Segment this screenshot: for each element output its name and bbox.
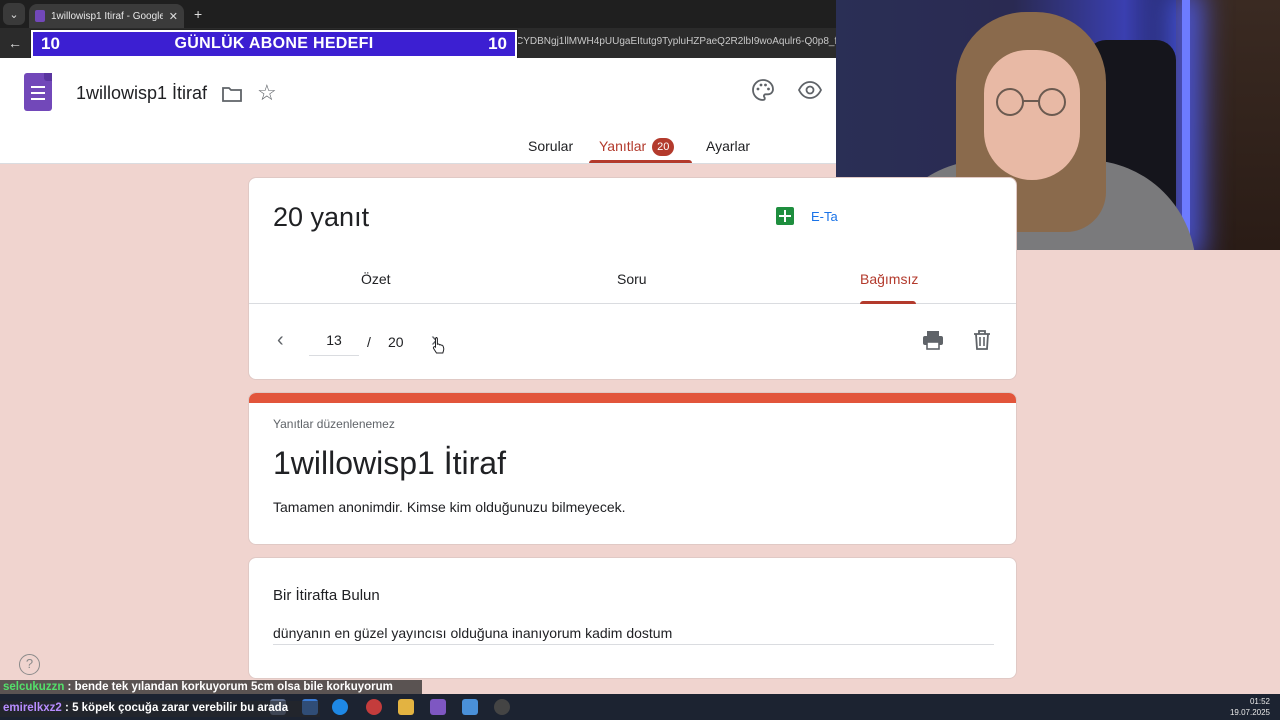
form-accent-bar bbox=[249, 393, 1016, 403]
subtab-question[interactable]: Soru bbox=[617, 271, 647, 287]
url-text[interactable]: CYDBNgj1llMWH4pUUgaEItutg9TypluHZPaeQ2R2… bbox=[516, 36, 836, 47]
tab-questions[interactable]: Sorular bbox=[528, 138, 573, 154]
delete-trash-icon[interactable] bbox=[972, 329, 992, 351]
tab-settings[interactable]: Ayarlar bbox=[706, 138, 750, 154]
edge-icon[interactable] bbox=[332, 699, 348, 715]
chat-separator: : bbox=[61, 702, 73, 714]
active-subtab-indicator bbox=[860, 301, 916, 304]
chat-text: 5 köpek çocuğa zarar verebilir bu arada bbox=[72, 702, 289, 714]
taskbar-clock[interactable]: 01:52 19.07.2025 bbox=[1230, 696, 1270, 718]
form-header-card: Yanıtlar düzenlenemez 1willowisp1 İtiraf… bbox=[248, 392, 1017, 545]
question-title: Bir İtirafta Bulun bbox=[273, 587, 380, 604]
previous-response-chevron-icon[interactable]: ‹ bbox=[277, 330, 284, 350]
responses-subtabs: Özet Soru Bağımsız bbox=[249, 268, 1016, 304]
folder-icon[interactable] bbox=[222, 86, 242, 102]
pager-separator: / bbox=[367, 334, 371, 350]
main-tabs: Sorular Yanıtlar 20 Ayarlar bbox=[0, 136, 836, 164]
form-description: Tamamen anonimdir. Kimse kim olduğunuzu … bbox=[273, 499, 626, 515]
chat-message: emirelkxz2 : 5 köpek çocuğa zarar verebi… bbox=[0, 701, 320, 717]
file-explorer-icon[interactable] bbox=[398, 699, 414, 715]
google-forms-logo-icon[interactable] bbox=[24, 73, 52, 111]
clock-time: 01:52 bbox=[1249, 697, 1270, 706]
palette-icon[interactable] bbox=[751, 78, 775, 102]
browser-tab-strip: ⌄ 1willowisp1 İtiraf - Google Forms ✕ + bbox=[0, 0, 836, 28]
taskbar-app-icon[interactable] bbox=[462, 699, 478, 715]
chat-text: bende tek yılandan korkuyorum 5cm olsa b… bbox=[74, 681, 393, 693]
total-responses: 20 bbox=[388, 334, 404, 350]
goal-title: GÜNLÜK ABONE HEDEFI bbox=[174, 35, 374, 52]
goal-left-count: 10 bbox=[41, 34, 60, 53]
print-icon[interactable] bbox=[922, 329, 944, 351]
current-response-input[interactable]: 13 bbox=[309, 332, 359, 356]
sheets-link[interactable]: E-Ta bbox=[811, 209, 838, 224]
tab-responses-label: Yanıtlar bbox=[599, 138, 647, 154]
forms-header: 1willowisp1 İtiraf ☆ Sorular Yanıtlar 20 … bbox=[0, 58, 836, 164]
tab-title: 1willowisp1 İtiraf - Google Forms bbox=[51, 10, 163, 22]
sub-goal-banner: 10 GÜNLÜK ABONE HEDEFI 10 bbox=[30, 29, 518, 59]
responses-summary-card: 20 yanıt E-Ta Özet Soru Bağımsız ‹ 13 / … bbox=[248, 177, 1017, 380]
tab-close-icon[interactable]: ✕ bbox=[169, 10, 178, 23]
taskbar-app-icon[interactable] bbox=[430, 699, 446, 715]
tab-responses[interactable]: Yanıtlar 20 bbox=[599, 138, 675, 156]
question-answer: dünyanın en güzel yayıncısı olduğuna ina… bbox=[273, 625, 994, 645]
star-icon[interactable]: ☆ bbox=[257, 82, 277, 104]
responses-count-badge: 20 bbox=[652, 138, 675, 156]
question-card: Bir İtirafta Bulun dünyanın en güzel yay… bbox=[248, 557, 1017, 679]
preview-eye-icon[interactable] bbox=[798, 80, 822, 100]
doc-title[interactable]: 1willowisp1 İtiraf bbox=[76, 83, 207, 104]
forms-favicon-icon bbox=[35, 10, 45, 22]
subtab-individual[interactable]: Bağımsız bbox=[860, 271, 918, 287]
clock-date: 19.07.2025 bbox=[1229, 708, 1270, 717]
subtab-summary[interactable]: Özet bbox=[361, 271, 391, 287]
back-arrow-icon[interactable]: ← bbox=[6, 34, 24, 52]
chrome-icon[interactable] bbox=[366, 699, 382, 715]
hand-cursor-icon bbox=[432, 337, 445, 354]
chat-username: emirelkxz2 bbox=[3, 702, 62, 714]
readonly-note: Yanıtlar düzenlenemez bbox=[273, 417, 395, 431]
browser-tab[interactable]: 1willowisp1 İtiraf - Google Forms ✕ bbox=[29, 4, 184, 28]
responses-count: 20 yanıt bbox=[273, 202, 370, 232]
form-title: 1willowisp1 İtiraf bbox=[273, 445, 506, 481]
chat-username: selcukuzzn bbox=[3, 681, 65, 693]
sheets-icon[interactable] bbox=[776, 207, 794, 225]
new-tab-icon[interactable]: + bbox=[194, 6, 202, 22]
active-tab-indicator bbox=[589, 160, 692, 163]
chat-separator: : bbox=[64, 681, 75, 693]
goal-right-count: 10 bbox=[488, 34, 507, 53]
tab-search-icon[interactable]: ⌄ bbox=[3, 3, 25, 25]
obs-icon[interactable] bbox=[494, 699, 510, 715]
help-icon[interactable]: ? bbox=[19, 654, 40, 675]
